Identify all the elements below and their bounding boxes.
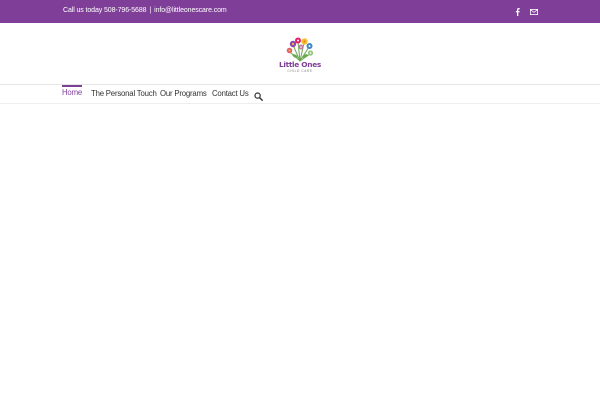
logo-subtitle: CHILD CARE (287, 69, 313, 73)
contact-separator: | (149, 7, 152, 14)
site-header: Little Ones CHILD CARE (0, 23, 600, 84)
facebook-icon[interactable] (513, 7, 521, 16)
top-bar: Call us today 508-796-5688 | info@littleon… (0, 0, 600, 23)
search-icon[interactable] (254, 88, 263, 101)
mail-icon[interactable] (530, 8, 538, 16)
flower-bouquet-image (286, 37, 314, 62)
email-link[interactable]: info@littleonescare.com (154, 7, 227, 14)
main-nav: Home The Personal Touch Our Programs Con… (0, 85, 600, 103)
phone-text: Call us today 508-796-5688 (63, 7, 147, 14)
contact-info: Call us today 508-796-5688 | info@littleon… (63, 0, 227, 23)
site-logo[interactable]: Little Ones CHILD CARE (277, 35, 323, 75)
social-links (513, 0, 538, 23)
page-content (0, 104, 600, 400)
nav-item-home[interactable]: Home (62, 85, 82, 103)
logo-title: Little Ones (278, 60, 322, 69)
